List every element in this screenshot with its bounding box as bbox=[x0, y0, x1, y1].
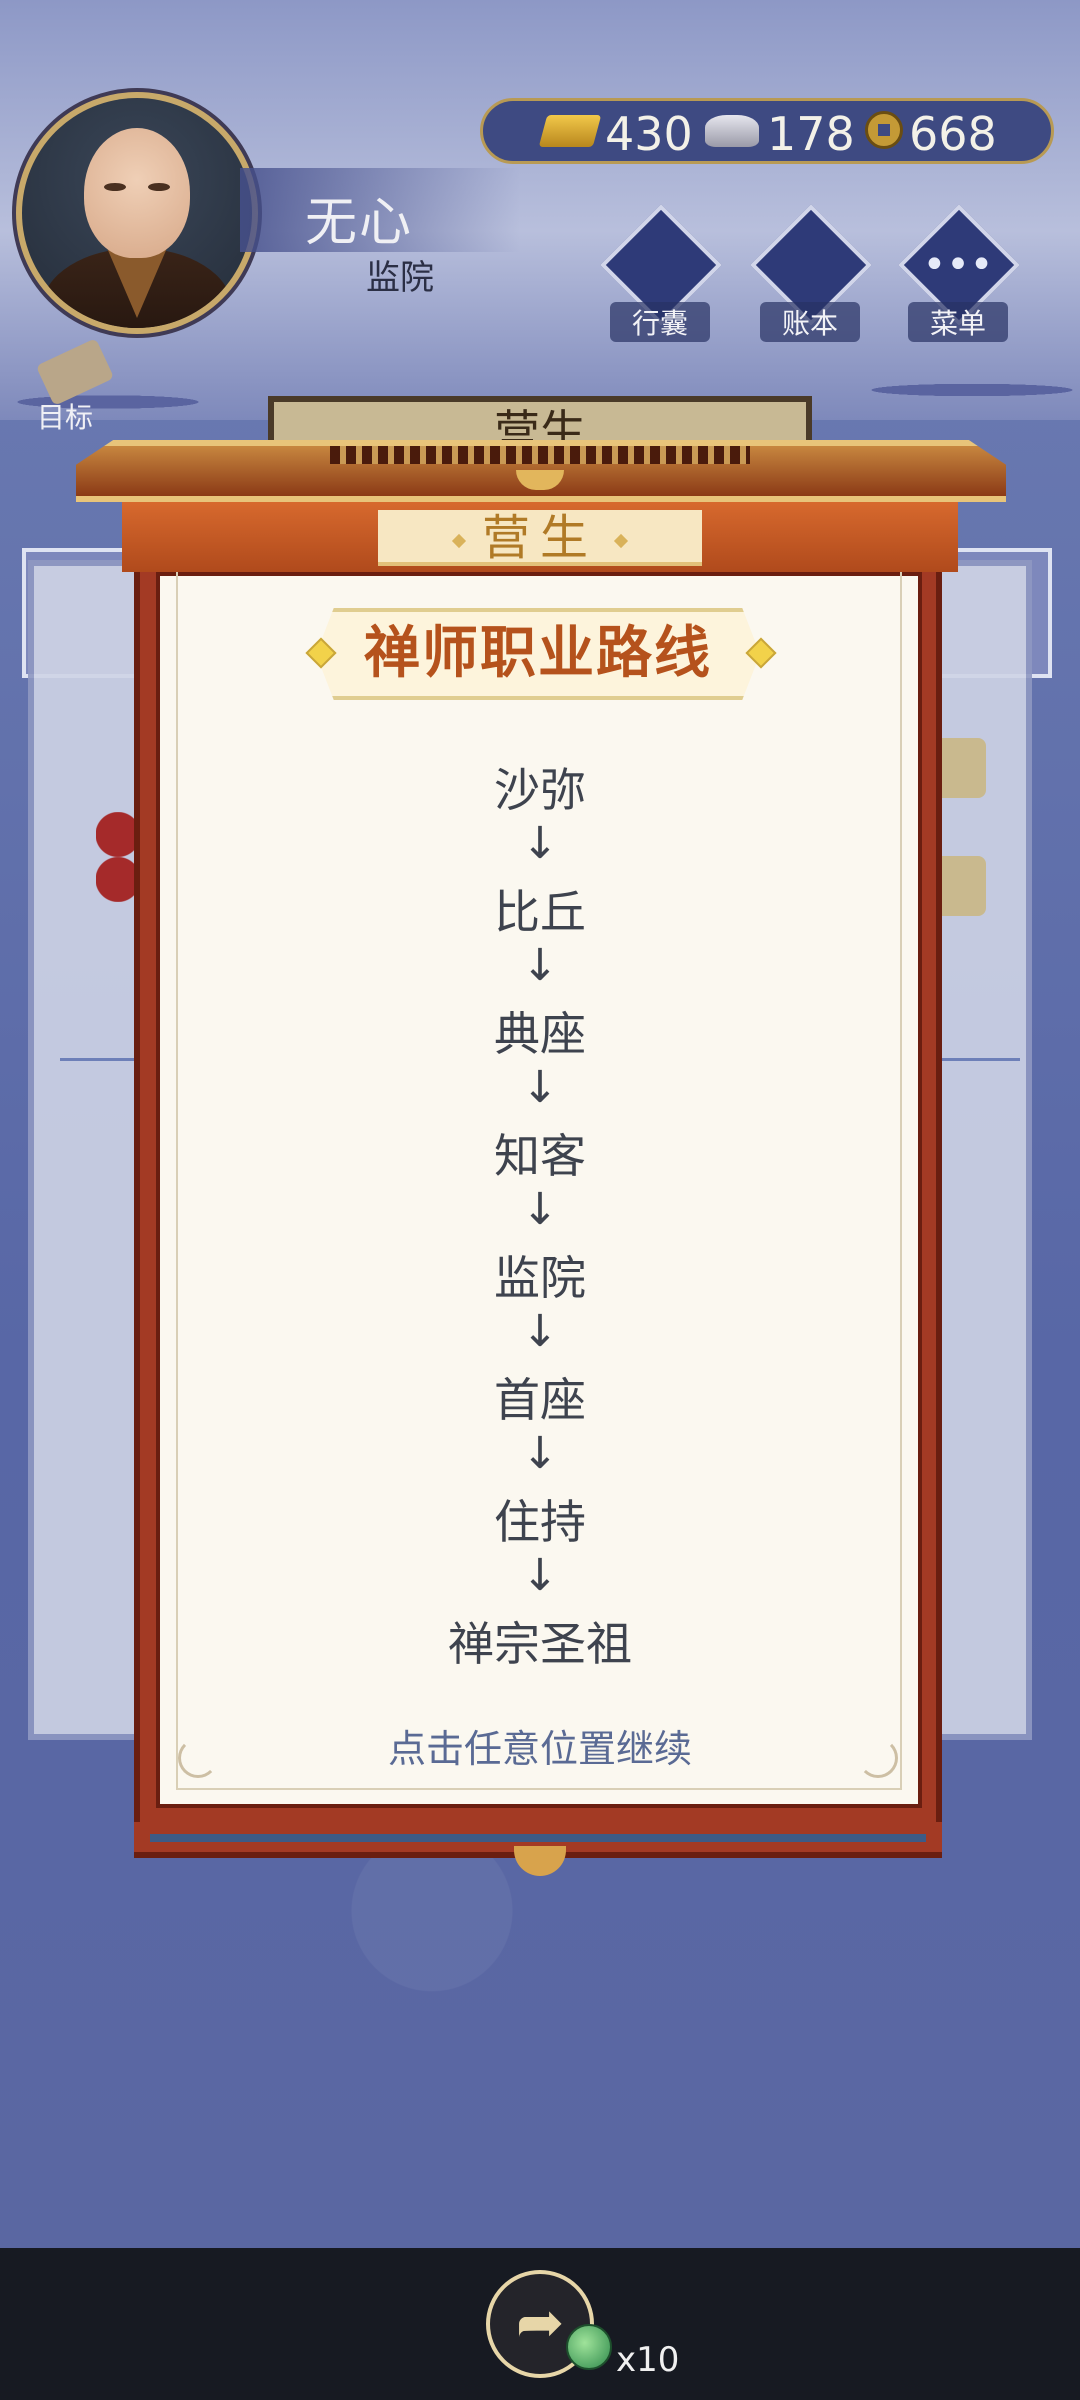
goal-button[interactable]: 目标 bbox=[20, 338, 130, 434]
ledger-label: 账本 bbox=[760, 302, 860, 342]
menu-dots-glyph: ••• bbox=[922, 242, 994, 288]
modal-header-title: 营生 bbox=[481, 510, 598, 566]
silver-amount: 178 bbox=[767, 107, 855, 161]
corner-ornament-icon bbox=[178, 1738, 218, 1778]
currency-bar: 430 178 668 bbox=[480, 98, 1054, 164]
down-arrow-icon: ↓ bbox=[521, 1428, 559, 1479]
avatar[interactable] bbox=[22, 98, 252, 328]
player-name: 无心 bbox=[305, 193, 414, 253]
corner-ornament-icon bbox=[858, 1738, 898, 1778]
menu-button[interactable]: ••• 菜单 bbox=[898, 204, 1020, 342]
player-rank: 监院 bbox=[366, 258, 434, 298]
modal-base-trim bbox=[150, 1834, 926, 1842]
down-arrow-icon: ↓ bbox=[521, 1062, 559, 1113]
path-step: 知客 bbox=[494, 1129, 586, 1183]
career-path-title: 禅师职业路线 bbox=[364, 621, 712, 686]
monk-head bbox=[84, 128, 190, 258]
reward-count: x10 bbox=[616, 2340, 680, 2380]
copper-coin-icon bbox=[865, 111, 903, 149]
jade-reward-icon bbox=[566, 2324, 612, 2370]
eye bbox=[148, 183, 170, 191]
eye bbox=[104, 183, 126, 191]
down-arrow-icon: ↓ bbox=[521, 940, 559, 991]
roof-pattern bbox=[330, 446, 750, 464]
down-arrow-icon: ↓ bbox=[521, 1184, 559, 1235]
path-step: 比丘 bbox=[494, 885, 586, 939]
bag-button[interactable]: 行囊 bbox=[600, 204, 722, 342]
down-arrow-icon: ↓ bbox=[521, 818, 559, 869]
gold-amount: 430 bbox=[605, 107, 693, 161]
down-arrow-icon: ↓ bbox=[521, 1306, 559, 1357]
path-step: 首座 bbox=[494, 1373, 586, 1427]
goal-label: 目标 bbox=[36, 401, 93, 434]
menu-label: 菜单 bbox=[908, 302, 1008, 342]
diamond-dot-icon bbox=[451, 533, 467, 549]
path-step: 禅宗圣祖 bbox=[448, 1617, 632, 1671]
gold-ingot-icon bbox=[538, 115, 602, 147]
path-step: 监院 bbox=[494, 1251, 586, 1305]
bag-label: 行囊 bbox=[610, 302, 710, 342]
diamond-dot-icon bbox=[613, 533, 629, 549]
path-step: 沙弥 bbox=[494, 763, 586, 817]
down-arrow-icon: ↓ bbox=[521, 1550, 559, 1601]
path-step: 典座 bbox=[494, 1007, 586, 1061]
continue-hint[interactable]: 点击任意位置继续 bbox=[240, 1718, 840, 1773]
ledger-button[interactable]: 账本 bbox=[750, 204, 872, 342]
silver-ingot-icon bbox=[705, 115, 759, 147]
coin-amount: 668 bbox=[909, 107, 997, 161]
path-step: 住持 bbox=[494, 1495, 586, 1549]
modal-header-tab: 营生 bbox=[378, 510, 702, 566]
